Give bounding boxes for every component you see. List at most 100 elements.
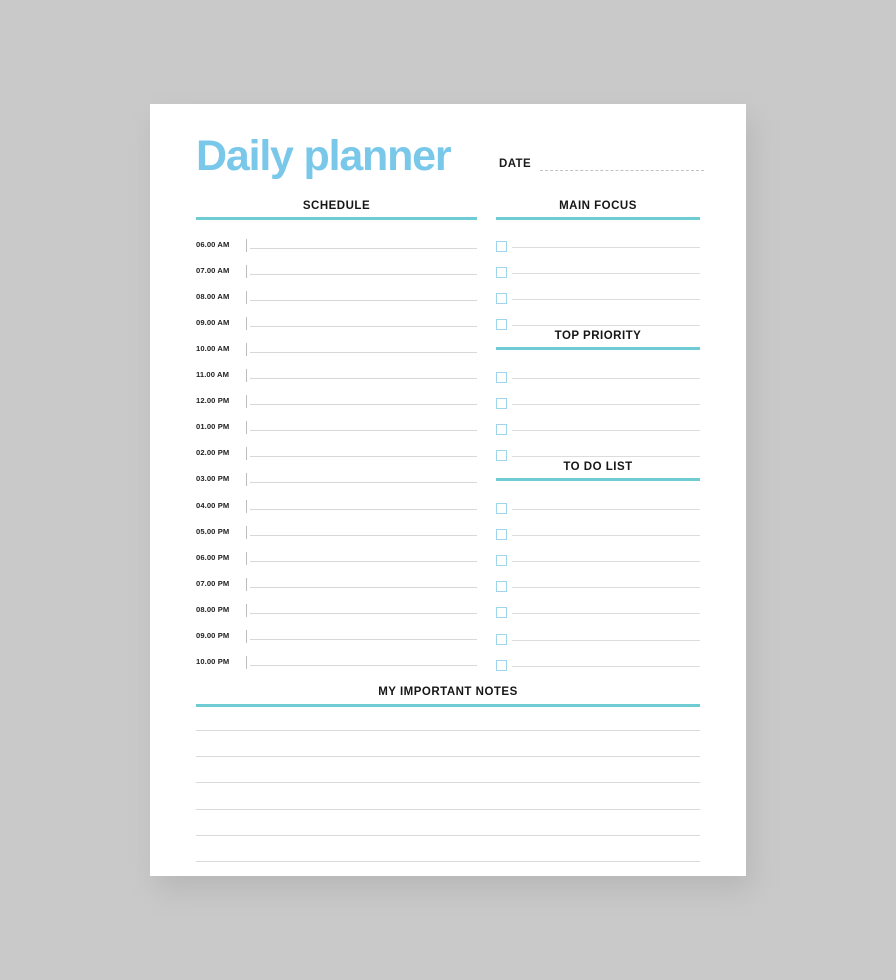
entry-line[interactable] <box>512 561 700 563</box>
notes-line[interactable] <box>196 834 700 836</box>
entry-line[interactable] <box>512 535 700 537</box>
checkbox-icon[interactable] <box>496 581 507 593</box>
date-field-group[interactable]: DATE <box>499 158 704 178</box>
notes-line[interactable] <box>196 756 700 758</box>
top-priority-row[interactable] <box>496 398 700 412</box>
schedule-section-title: SCHEDULE <box>302 200 371 212</box>
checkbox-icon[interactable] <box>496 372 507 383</box>
main-focus-row[interactable] <box>496 293 700 307</box>
schedule-row-tick <box>246 265 247 279</box>
schedule-entry-line[interactable] <box>250 638 477 640</box>
notes-line[interactable] <box>196 730 700 731</box>
checkbox-icon[interactable] <box>496 450 507 462</box>
top-priority-row[interactable] <box>496 372 700 386</box>
schedule-row[interactable]: 10.00 PM <box>196 655 477 671</box>
entry-line[interactable] <box>512 509 700 510</box>
schedule-entry-line[interactable] <box>250 534 477 536</box>
entry-line[interactable] <box>512 587 700 589</box>
checkbox-icon[interactable] <box>496 424 507 436</box>
schedule-entry-line[interactable] <box>250 404 477 406</box>
entry-line[interactable] <box>512 378 700 379</box>
schedule-time-label: 06.00 PM <box>196 552 230 562</box>
entry-line[interactable] <box>512 325 700 327</box>
entry-line[interactable] <box>512 430 700 432</box>
checkbox-icon[interactable] <box>496 293 507 305</box>
main-focus-section-rule <box>496 217 700 220</box>
schedule-row-tick <box>246 343 247 357</box>
schedule-row-tick <box>246 447 247 461</box>
checkbox-icon[interactable] <box>496 659 507 671</box>
schedule-row[interactable]: 02.00 PM <box>196 447 477 462</box>
schedule-time-label: 11.00 AM <box>196 370 230 380</box>
main-focus-row[interactable] <box>496 267 700 281</box>
schedule-row-tick <box>246 317 247 331</box>
schedule-row[interactable]: 11.00 AM <box>196 369 477 384</box>
schedule-row[interactable]: 12.00 PM <box>196 395 477 410</box>
schedule-entry-line[interactable] <box>250 274 477 276</box>
schedule-entry-line[interactable] <box>250 482 477 484</box>
schedule-row[interactable]: 06.00 AM <box>196 239 477 254</box>
schedule-row[interactable]: 09.00 PM <box>196 629 477 645</box>
schedule-entry-line[interactable] <box>250 508 477 510</box>
entry-line[interactable] <box>512 404 700 406</box>
page-title: Daily planner <box>196 132 452 180</box>
schedule-entry-line[interactable] <box>250 456 477 458</box>
entry-line[interactable] <box>512 273 700 275</box>
schedule-row[interactable]: 07.00 AM <box>196 265 477 280</box>
to-do-list-row[interactable] <box>496 503 700 517</box>
schedule-row[interactable]: 01.00 PM <box>196 421 477 436</box>
schedule-time-label: 05.00 PM <box>196 526 230 536</box>
schedule-row[interactable]: 08.00 PM <box>196 603 477 619</box>
top-priority-row[interactable] <box>496 424 700 438</box>
schedule-row[interactable]: 04.00 PM <box>196 499 477 515</box>
checkbox-icon[interactable] <box>496 607 507 619</box>
checkbox-icon[interactable] <box>496 633 507 645</box>
to-do-list-row[interactable] <box>496 659 700 674</box>
schedule-row[interactable]: 05.00 PM <box>196 525 477 541</box>
schedule-time-label: 10.00 PM <box>196 656 230 666</box>
notes-line[interactable] <box>196 808 700 810</box>
schedule-row[interactable]: 09.00 AM <box>196 317 477 332</box>
checkbox-icon[interactable] <box>496 529 507 541</box>
schedule-entry-line[interactable] <box>250 248 477 249</box>
schedule-entry-line[interactable] <box>250 664 477 666</box>
notes-line[interactable] <box>196 861 700 862</box>
schedule-entry-line[interactable] <box>250 352 477 354</box>
schedule-entry-line[interactable] <box>250 300 477 302</box>
schedule-entry-line[interactable] <box>250 326 477 328</box>
date-input-line[interactable] <box>540 170 704 171</box>
schedule-row[interactable]: 07.00 PM <box>196 577 477 593</box>
to-do-list-row[interactable] <box>496 529 700 543</box>
checkbox-icon[interactable] <box>496 241 507 252</box>
notes-line[interactable] <box>196 782 700 784</box>
checkbox-icon[interactable] <box>496 398 507 410</box>
schedule-row[interactable]: 08.00 AM <box>196 291 477 306</box>
entry-line[interactable] <box>512 247 700 248</box>
schedule-row[interactable]: 06.00 PM <box>196 551 477 567</box>
checkbox-icon[interactable] <box>496 319 507 331</box>
to-do-list-row[interactable] <box>496 607 700 621</box>
schedule-row-tick <box>246 577 247 591</box>
checkbox-icon[interactable] <box>496 503 507 514</box>
to-do-list-row[interactable] <box>496 555 700 569</box>
schedule-row-tick <box>246 395 247 409</box>
checkbox-icon[interactable] <box>496 555 507 567</box>
entry-line[interactable] <box>512 613 700 615</box>
to-do-list-row[interactable] <box>496 581 700 595</box>
schedule-entry-line[interactable] <box>250 560 477 562</box>
main-focus-row[interactable] <box>496 241 700 255</box>
schedule-row[interactable]: 03.00 PM <box>196 473 477 488</box>
checkbox-icon[interactable] <box>496 267 507 279</box>
schedule-time-label: 03.00 PM <box>196 474 230 484</box>
schedule-entry-line[interactable] <box>250 430 477 432</box>
schedule-time-label: 06.00 AM <box>196 240 230 249</box>
entry-line[interactable] <box>512 665 700 667</box>
entry-line[interactable] <box>512 639 700 641</box>
to-do-list-row[interactable] <box>496 633 700 648</box>
entry-line[interactable] <box>512 456 700 458</box>
schedule-entry-line[interactable] <box>250 612 477 614</box>
schedule-entry-line[interactable] <box>250 378 477 380</box>
entry-line[interactable] <box>512 299 700 301</box>
schedule-row[interactable]: 10.00 AM <box>196 343 477 358</box>
schedule-entry-line[interactable] <box>250 586 477 588</box>
